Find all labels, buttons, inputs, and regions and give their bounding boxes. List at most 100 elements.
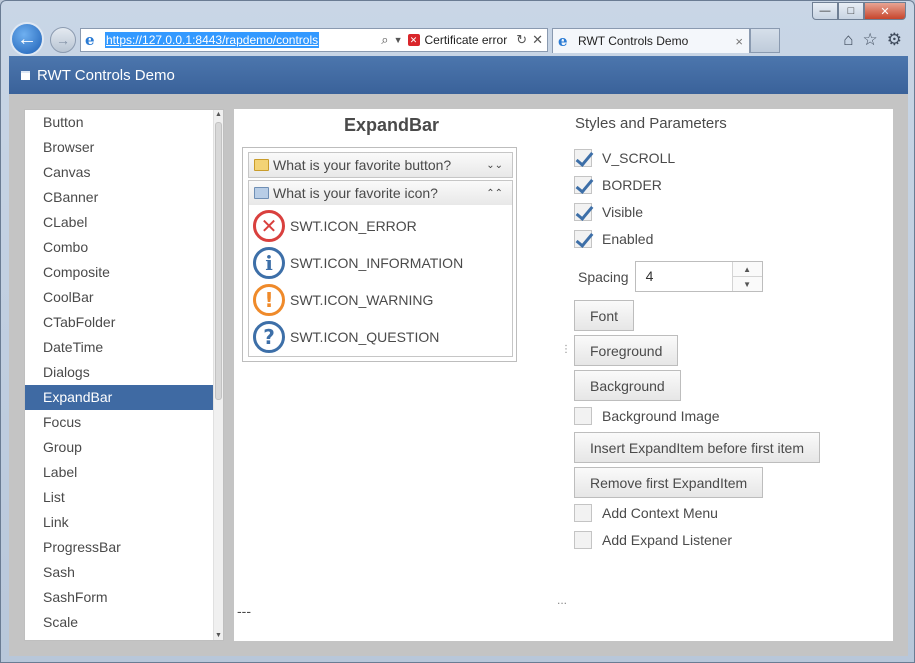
expanditem-favorite-icon: What is your favorite icon? ⌃⌃ ✕ SWT.ICON… <box>248 180 513 357</box>
expanditem-favorite-button[interactable]: What is your favorite button? ⌄⌄ <box>248 152 513 178</box>
checkbox-label: V_SCROLL <box>602 150 676 166</box>
checkbox-v-scroll[interactable]: V_SCROLL <box>574 149 675 167</box>
settings-gear-icon[interactable]: ⚙ <box>887 30 902 50</box>
checkbox-box[interactable] <box>574 230 592 248</box>
information-icon: i <box>253 246 285 279</box>
nav-item-coolbar[interactable]: CoolBar <box>25 285 223 310</box>
nav-item-link[interactable]: Link <box>25 510 223 535</box>
scroll-down-icon[interactable]: ▼ <box>215 632 222 639</box>
nav-item-button[interactable]: Button <box>25 110 223 135</box>
checkbox-box[interactable] <box>574 149 592 167</box>
remove-expanditem-button[interactable]: Remove first ExpandItem <box>574 467 764 498</box>
url-text[interactable]: https://127.0.0.1:8443/rapdemo/controls <box>105 32 320 48</box>
nav-item-progressbar[interactable]: ProgressBar <box>25 535 223 560</box>
nav-item-clabel[interactable]: CLabel <box>25 210 223 235</box>
minimize-button[interactable]: — <box>812 2 838 20</box>
arrow-left-icon: ← <box>17 27 37 50</box>
checkbox-label: Background Image <box>602 408 720 424</box>
spacing-spinner[interactable]: 4 ▲ ▼ <box>634 261 763 292</box>
nav-scrollbar[interactable]: ▲ ▼ <box>213 110 223 640</box>
checkbox-enabled[interactable]: Enabled <box>574 230 653 248</box>
icon-row-error: ✕ SWT.ICON_ERROR <box>253 207 512 244</box>
arrow-right-icon: → <box>56 32 70 48</box>
nav-item-focus[interactable]: Focus <box>25 410 223 435</box>
nav-item-datetime[interactable]: DateTime <box>25 335 223 360</box>
nav-item-scale[interactable]: Scale <box>25 610 223 635</box>
dropdown-icon[interactable]: ▼ <box>394 35 403 45</box>
expanditem-header[interactable]: What is your favorite button? ⌄⌄ <box>249 153 512 177</box>
nav-item-expandbar[interactable]: ExpandBar <box>25 385 223 410</box>
favorites-star-icon[interactable]: ☆ <box>863 30 878 50</box>
sash-handle[interactable]: ⋮ <box>561 345 571 355</box>
new-tab-button[interactable] <box>750 28 780 53</box>
maximize-button[interactable]: □ <box>838 2 864 20</box>
ie-page-icon: e <box>85 31 95 49</box>
home-icon[interactable]: ⌂ <box>843 30 853 50</box>
chevron-down-icon[interactable]: ⌄⌄ <box>486 160 503 171</box>
window-controls: — □ ✕ <box>812 2 906 20</box>
status-text: --- <box>237 603 251 619</box>
checkbox-box[interactable] <box>574 203 592 221</box>
nav-item-label[interactable]: Label <box>25 460 223 485</box>
spacing-value[interactable]: 4 <box>636 262 732 291</box>
checkbox-label: BORDER <box>602 177 662 193</box>
checkbox-box[interactable] <box>574 531 592 549</box>
chevron-up-icon[interactable]: ⌃⌃ <box>486 188 503 199</box>
address-bar[interactable]: e https://127.0.0.1:8443/rapdemo/control… <box>80 28 548 52</box>
spacing-row: Spacing 4 ▲ ▼ <box>578 261 763 292</box>
font-button[interactable]: Font <box>574 300 635 331</box>
checkbox-box[interactable] <box>574 176 592 194</box>
nav-item-cbanner[interactable]: CBanner <box>25 185 223 210</box>
app-header: RWT Controls Demo <box>9 56 908 94</box>
spin-up-icon[interactable]: ▲ <box>732 262 762 277</box>
checkbox-visible[interactable]: Visible <box>574 203 643 221</box>
checkbox-border[interactable]: BORDER <box>574 176 662 194</box>
forward-button[interactable]: → <box>50 27 76 53</box>
checkbox-box[interactable] <box>574 407 592 425</box>
nav-item-sash[interactable]: Sash <box>25 560 223 585</box>
demo-content: ExpandBar What is your favorite button? … <box>234 109 893 641</box>
nav-item-browser[interactable]: Browser <box>25 135 223 160</box>
checkbox-label: Enabled <box>602 231 654 247</box>
search-icon[interactable]: ⌕ <box>381 32 388 48</box>
bottom-sash-handle[interactable]: ... <box>557 593 567 607</box>
certificate-error-label[interactable]: Certificate error <box>425 33 508 47</box>
icon-label: SWT.ICON_INFORMATION <box>290 254 464 271</box>
nav-item-group[interactable]: Group <box>25 435 223 460</box>
nav-item-list[interactable]: List <box>25 485 223 510</box>
checkbox-background-image[interactable]: Background Image <box>574 407 720 425</box>
error-icon: ✕ <box>253 209 285 242</box>
close-button[interactable]: ✕ <box>864 2 906 20</box>
icon-label: SWT.ICON_QUESTION <box>290 328 440 345</box>
checkbox-label: Add Context Menu <box>602 505 718 521</box>
spacing-label: Spacing <box>578 268 629 285</box>
nav-item-combo[interactable]: Combo <box>25 235 223 260</box>
back-button[interactable]: ← <box>10 22 44 56</box>
scroll-up-icon[interactable]: ▲ <box>215 111 222 118</box>
foreground-button[interactable]: Foreground <box>574 335 679 366</box>
stop-icon[interactable]: ✕ <box>532 32 543 48</box>
nav-item-canvas[interactable]: Canvas <box>25 160 223 185</box>
checkbox-box[interactable] <box>574 504 592 522</box>
expanditem-header[interactable]: What is your favorite icon? ⌃⌃ <box>249 181 512 205</box>
certificate-error-icon[interactable]: ✕ <box>407 34 420 46</box>
browser-window: — □ ✕ ← → e https://127.0.0.1:8443/rapde… <box>0 0 915 663</box>
nav-item-composite[interactable]: Composite <box>25 260 223 285</box>
tab-rwt-controls-demo[interactable]: e RWT Controls Demo × <box>552 28 750 53</box>
app-title: RWT Controls Demo <box>37 66 175 84</box>
checkbox-label: Add Expand Listener <box>602 532 732 548</box>
nav-item-dialogs[interactable]: Dialogs <box>25 360 223 385</box>
nav-item-ctabfolder[interactable]: CTabFolder <box>25 310 223 335</box>
app-body: Button Browser Canvas CBanner CLabel Combo Com… <box>9 94 908 656</box>
nav-item-sashform[interactable]: SashForm <box>25 585 223 610</box>
icon-row-warning: ! SWT.ICON_WARNING <box>253 281 512 318</box>
spin-down-icon[interactable]: ▼ <box>732 277 762 291</box>
insert-expanditem-button[interactable]: Insert ExpandItem before first item <box>574 432 820 463</box>
checkbox-expand-listener[interactable]: Add Expand Listener <box>574 531 732 549</box>
refresh-icon[interactable]: ↻ <box>516 32 527 48</box>
tab-close-icon[interactable]: × <box>735 34 743 49</box>
scroll-thumb[interactable] <box>215 122 222 400</box>
checkbox-context-menu[interactable]: Add Context Menu <box>574 504 718 522</box>
background-button[interactable]: Background <box>574 370 681 401</box>
folder-icon <box>254 187 269 199</box>
